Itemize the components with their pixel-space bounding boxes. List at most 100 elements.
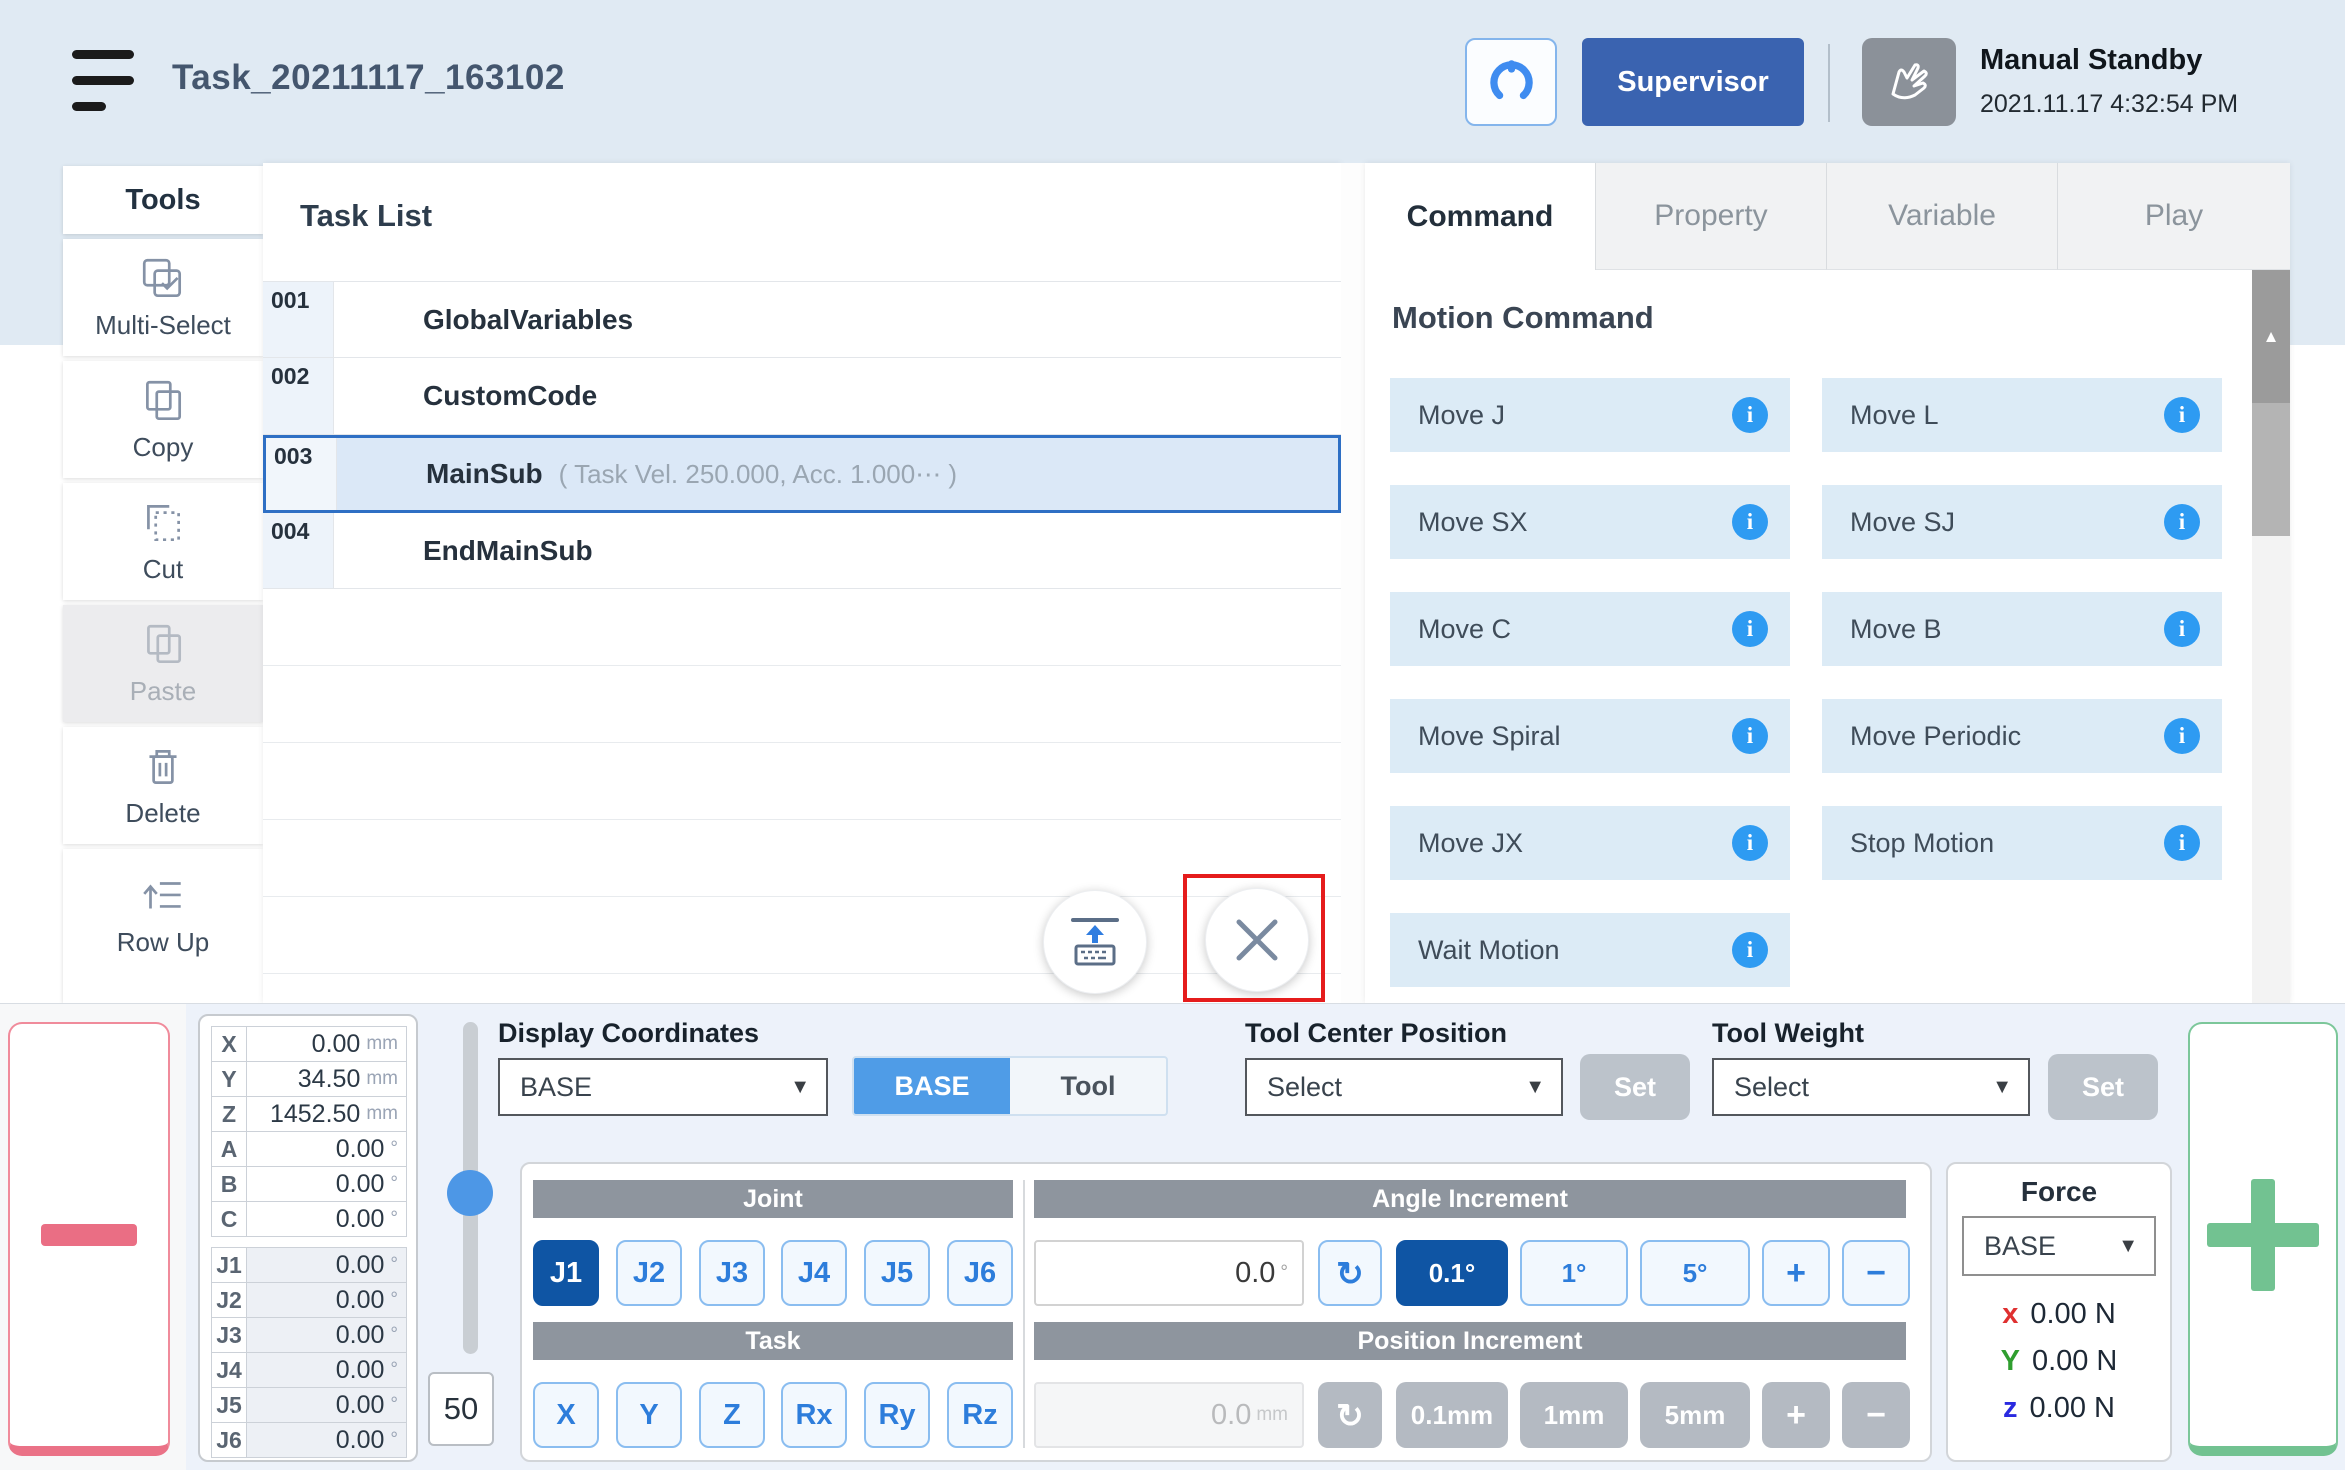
coord-row-b: B0.00° [211,1166,407,1202]
position-increment-input[interactable]: 0.0mm [1034,1382,1304,1448]
command-move-spiral[interactable]: Move Spirali [1390,699,1790,773]
task-name: EndMainSub [423,535,593,567]
jog-axis-j2[interactable]: J2 [616,1240,682,1306]
jog-axis-x[interactable]: X [533,1382,599,1448]
speed-value-box[interactable]: 50 [428,1372,494,1446]
position-plus-button[interactable]: + [1762,1382,1830,1448]
task-row-004[interactable]: 004 EndMainSub [263,513,1341,589]
supervisor-button[interactable]: Supervisor [1582,38,1804,126]
task-name: MainSub [426,458,543,490]
gripper-tool-button[interactable] [1465,38,1557,126]
jog-axis-j3[interactable]: J3 [699,1240,765,1306]
tcp-set-button[interactable]: Set [1580,1054,1690,1120]
angle-minus-button[interactable]: − [1842,1240,1910,1306]
info-icon[interactable]: i [1732,825,1768,861]
force-title: Force [1946,1176,2172,1208]
gripper-icon [1482,53,1540,111]
jog-axis-y[interactable]: Y [616,1382,682,1448]
paste-icon [138,620,188,670]
command-move-sx[interactable]: Move SXi [1390,485,1790,559]
jog-axis-rx[interactable]: Rx [781,1382,847,1448]
force-y-row: Y0.00 N [1946,1345,2172,1378]
task-list-title: Task List [300,198,432,234]
angle-plus-button[interactable]: + [1762,1240,1830,1306]
jog-axis-rz[interactable]: Rz [947,1382,1013,1448]
scrollbar-thumb[interactable] [2252,403,2290,536]
jog-axis-j6[interactable]: J6 [947,1240,1013,1306]
main-menu-button[interactable] [72,48,136,112]
position-option-5mm[interactable]: 5mm [1640,1382,1750,1448]
tool-weight-dropdown[interactable]: Select▼ [1712,1058,2030,1116]
command-move-jx[interactable]: Move JXi [1390,806,1790,880]
command-move-l[interactable]: Move Li [1822,378,2222,452]
info-icon[interactable]: i [2164,504,2200,540]
angle-increment-input[interactable]: 0.0° [1034,1240,1304,1306]
task-row-002[interactable]: 002 CustomCode [263,358,1341,435]
tool-weight-label: Tool Weight [1712,1018,1864,1049]
info-icon[interactable]: i [2164,611,2200,647]
angle-option-0-1[interactable]: 0.1° [1396,1240,1508,1306]
jog-axis-j4[interactable]: J4 [781,1240,847,1306]
tab-variable[interactable]: Variable [1827,163,2058,270]
info-icon[interactable]: i [1732,932,1768,968]
jog-axis-ry[interactable]: Ry [864,1382,930,1448]
command-move-j[interactable]: Move Ji [1390,378,1790,452]
teach-pendant-screen: Task_20211117_163102 Supervisor Manual S… [0,0,2345,1470]
motion-command-grid: Move Ji Move Li Move SXi Move SJi Move C… [1390,378,2222,987]
position-reset-button[interactable]: ↻ [1318,1382,1382,1448]
tool-weight-set-button[interactable]: Set [2048,1054,2158,1120]
tab-command[interactable]: Command [1365,163,1596,270]
force-frame-dropdown[interactable]: BASE▼ [1962,1216,2156,1276]
info-icon[interactable]: i [1732,397,1768,433]
info-icon[interactable]: i [2164,397,2200,433]
tool-copy[interactable]: Copy [63,361,263,478]
jog-axis-z[interactable]: Z [699,1382,765,1448]
jog-plus-button[interactable] [2188,1022,2338,1456]
info-icon[interactable]: i [2164,718,2200,754]
position-minus-button[interactable]: − [1842,1382,1910,1448]
command-move-periodic[interactable]: Move Periodici [1822,699,2222,773]
command-move-sj[interactable]: Move SJi [1822,485,2222,559]
scrollbar-up-button[interactable]: ▲ [2252,270,2290,403]
info-icon[interactable]: i [1732,718,1768,754]
tool-delete[interactable]: Delete [63,727,263,844]
command-wait-motion[interactable]: Wait Motioni [1390,913,1790,987]
info-icon[interactable]: i [1732,504,1768,540]
scrollbar-track[interactable] [2252,536,2290,1003]
empty-task-row [263,589,1341,666]
task-row-003-selected[interactable]: 003 MainSub( Task Vel. 250.000, Acc. 1.0… [263,435,1341,513]
angle-reset-button[interactable]: ↻ [1318,1240,1382,1306]
cartesian-coordinates: X0.00mm Y34.50mm Z1452.50mm A0.00° B0.00… [211,1027,407,1237]
angle-option-5[interactable]: 5° [1640,1240,1750,1306]
jog-axis-j1[interactable]: J1 [533,1240,599,1306]
jog-minus-button[interactable] [8,1022,170,1456]
info-icon[interactable]: i [1732,611,1768,647]
coord-row-x: X0.00mm [211,1026,407,1062]
command-stop-motion[interactable]: Stop Motioni [1822,806,2222,880]
show-keyboard-button[interactable] [1043,890,1147,994]
force-x-row: x0.00 N [1946,1298,2172,1331]
tool-paste[interactable]: Paste [63,605,263,722]
tab-property[interactable]: Property [1596,163,1827,270]
task-detail: ( Task Vel. 250.000, Acc. 1.000⋯ ) [559,459,957,490]
toggle-base[interactable]: BASE [854,1058,1010,1114]
jog-axis-j5[interactable]: J5 [864,1240,930,1306]
close-jog-button[interactable] [1205,888,1309,992]
position-option-1mm[interactable]: 1mm [1520,1382,1628,1448]
speed-slider-knob[interactable] [447,1170,493,1216]
tool-cut[interactable]: Cut [63,483,263,600]
tcp-dropdown[interactable]: Select▼ [1245,1058,1563,1116]
command-move-b[interactable]: Move Bi [1822,592,2222,666]
reset-icon: ↻ [1336,1396,1364,1435]
display-coordinates-dropdown[interactable]: BASE▼ [498,1058,828,1116]
tab-play[interactable]: Play [2058,163,2290,270]
angle-option-1[interactable]: 1° [1520,1240,1628,1306]
position-option-0-1mm[interactable]: 0.1mm [1396,1382,1508,1448]
tool-row-up[interactable]: Row Up [63,849,263,1003]
info-icon[interactable]: i [2164,825,2200,861]
toggle-tool[interactable]: Tool [1010,1058,1166,1114]
manual-mode-tile[interactable] [1862,38,1956,126]
command-move-c[interactable]: Move Ci [1390,592,1790,666]
tool-multi-select[interactable]: Multi-Select [63,239,263,356]
task-row-001[interactable]: 001 GlobalVariables [263,281,1341,358]
